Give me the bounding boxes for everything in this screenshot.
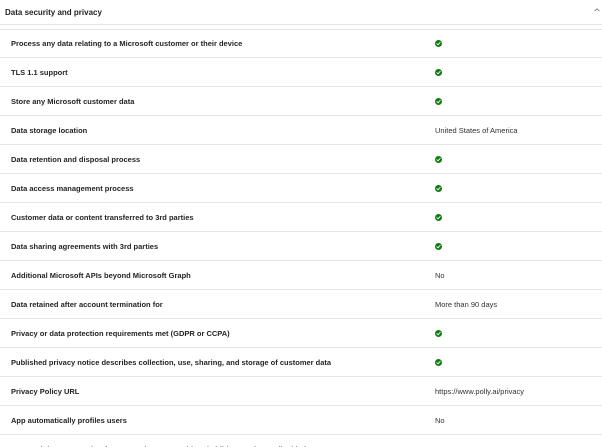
row-value-text: More than 90 days (435, 299, 498, 309)
table-row: Personal data processing for users who a… (0, 435, 602, 447)
checkmark-circle-icon (435, 358, 442, 366)
row-label: Data storage location (11, 125, 88, 135)
row-value-text: United States of America (435, 125, 518, 135)
table-row: Privacy Policy URL https://www.polly.ai/p… (0, 377, 602, 406)
data-security-privacy-panel: Data security and privacy Process any da… (0, 0, 602, 447)
table-row: Data retention and disposal process (0, 145, 602, 174)
row-label: Published privacy notice describes colle… (11, 357, 332, 367)
row-label: Store any Microsoft customer data (11, 96, 135, 106)
row-label: Process any data relating to a Microsoft… (11, 39, 243, 48)
section-title: Data security and privacy (5, 7, 102, 17)
row-value-check (435, 213, 442, 221)
checkmark-circle-icon (435, 68, 442, 76)
table-row: Process any data relating to a Microsoft… (0, 29, 602, 58)
row-label: Privacy or data protection requirements … (11, 328, 230, 338)
table-row: TLS 1.1 support (0, 58, 602, 87)
table-row: App automatically profiles users No (0, 406, 602, 435)
row-value-check (435, 155, 442, 163)
checkmark-circle-icon (435, 184, 442, 192)
row-value-check (435, 242, 442, 250)
row-label: Privacy Policy URL (11, 386, 80, 396)
row-label: Data retained after account termination … (11, 299, 163, 309)
row-label: TLS 1.1 support (11, 67, 68, 77)
table-row: Published privacy notice describes colle… (0, 348, 602, 377)
table-row: Data storage location United States of Am… (0, 116, 602, 145)
row-value-text: https://www.polly.ai/privacy (435, 386, 525, 396)
table-row: Data retained after account termination … (0, 290, 602, 319)
checkmark-circle-icon (435, 213, 442, 221)
table-row: Additional Microsoft APIs beyond Microso… (0, 261, 602, 290)
property-list: Process any data relating to a Microsoft… (0, 29, 602, 447)
checkmark-circle-icon (435, 242, 442, 250)
table-row: Data access management process (0, 174, 602, 203)
row-value-check (435, 40, 442, 47)
table-row: Store any Microsoft customer data (0, 87, 602, 116)
table-row: Customer data or content transferred to … (0, 203, 602, 232)
checkmark-circle-icon (435, 97, 442, 105)
row-label: Data retention and disposal process (11, 154, 141, 164)
row-label: Customer data or content transferred to … (11, 212, 194, 222)
row-value-check (435, 184, 442, 192)
section-header[interactable]: Data security and privacy (0, 0, 602, 25)
row-value-check (435, 329, 442, 337)
table-row: Data sharing agreements with 3rd parties (0, 232, 602, 261)
row-value-text: No (435, 270, 445, 280)
row-value-check (435, 358, 442, 366)
row-value-check (435, 68, 442, 76)
chevron-up-icon[interactable] (594, 7, 600, 13)
table-row: Privacy or data protection requirements … (0, 319, 602, 348)
checkmark-circle-icon (435, 40, 442, 47)
checkmark-circle-icon (435, 329, 442, 337)
row-label: Data sharing agreements with 3rd parties (11, 241, 159, 251)
row-label: App automatically profiles users (11, 415, 127, 425)
checkmark-circle-icon (435, 155, 442, 163)
row-label: Data access management process (11, 183, 134, 193)
row-value-check (435, 97, 442, 105)
row-label: Additional Microsoft APIs beyond Microso… (11, 270, 191, 280)
row-value-text: No (435, 415, 445, 425)
